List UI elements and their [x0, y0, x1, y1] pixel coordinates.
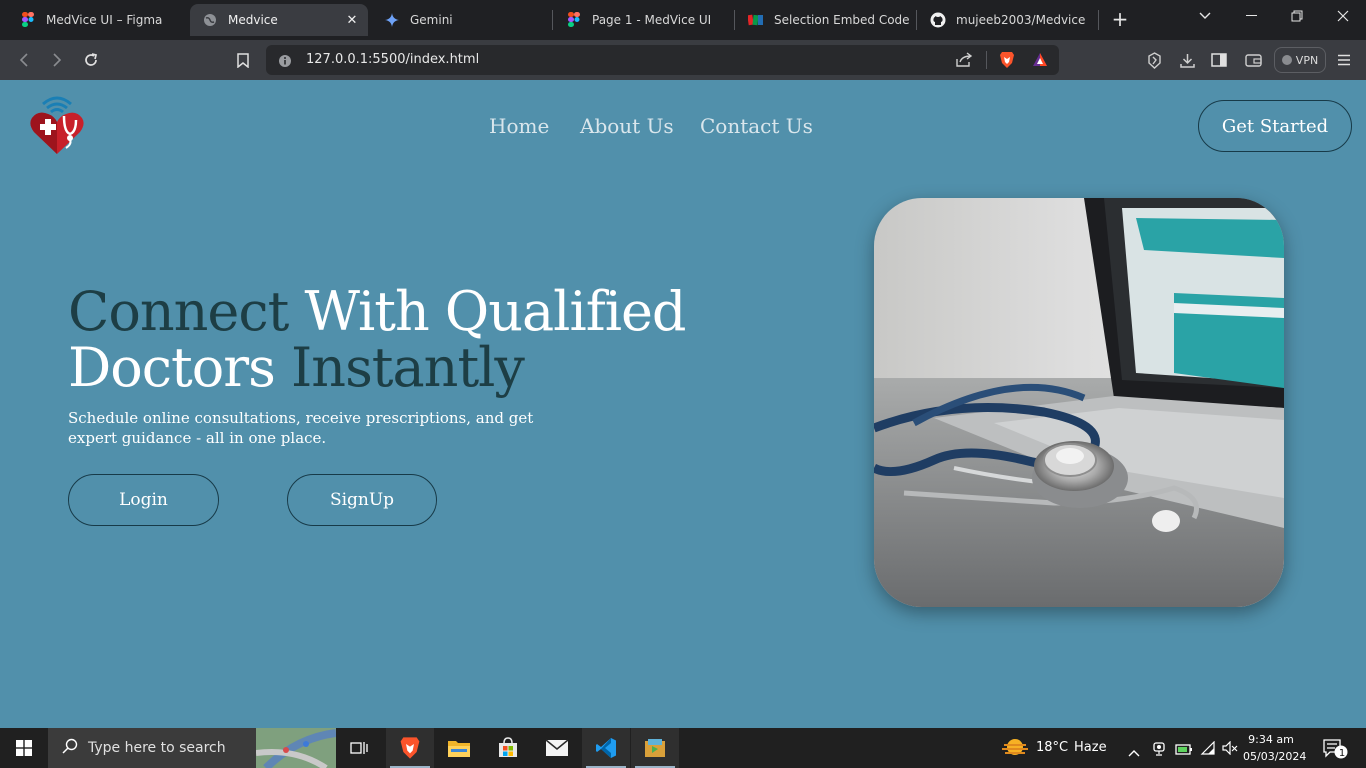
clock-date: 05/03/2024: [1243, 750, 1307, 763]
tab-title: Medvice: [228, 13, 278, 27]
close-tab-icon[interactable]: ✕: [342, 13, 362, 28]
vpn-status-icon: [1281, 55, 1292, 65]
sidebar-toggle-icon[interactable]: [1207, 48, 1231, 72]
tab-title: Page 1 - MedVice UI: [592, 13, 712, 27]
medvice-logo[interactable]: [28, 92, 86, 156]
stethoscope-laptop-image: [874, 198, 1284, 607]
medvice-page: Home About Us Contact Us Get Started Con…: [0, 80, 1366, 728]
tab-github-medvice[interactable]: mujeeb2003/Medvice: [918, 4, 1094, 36]
wifi-icon[interactable]: [1200, 740, 1216, 759]
tab-gemini[interactable]: Gemini: [372, 4, 548, 36]
headline-word: Instantly: [290, 336, 525, 399]
notification-count: 1: [1338, 748, 1346, 759]
close-window-button[interactable]: [1320, 0, 1366, 32]
tab-medvice[interactable]: Medvice ✕: [190, 4, 368, 36]
restore-button[interactable]: [1274, 0, 1320, 32]
tab-search-chevron-icon[interactable]: [1182, 0, 1228, 32]
hero-subtext: Schedule online consultations, receive p…: [68, 409, 534, 447]
figma-icon: [20, 12, 36, 28]
battery-icon[interactable]: [1175, 741, 1193, 760]
figma-icon: [566, 12, 582, 28]
bookmark-icon[interactable]: [231, 48, 255, 72]
headline-word: With Qualified: [304, 280, 686, 343]
address-bar[interactable]: 127.0.0.1:5500/index.html: [266, 45, 1059, 75]
vpn-button[interactable]: VPN: [1274, 47, 1326, 73]
system-clock[interactable]: 9:34 am 05/03/2024: [1243, 731, 1307, 765]
nav-home[interactable]: Home: [489, 114, 549, 138]
brave-browser-icon[interactable]: [386, 728, 434, 768]
tab-title: Gemini: [410, 13, 453, 27]
task-view-icon[interactable]: [336, 728, 384, 768]
vpn-label: VPN: [1295, 53, 1319, 67]
tab-divider: [1098, 10, 1099, 30]
github-icon: [930, 12, 946, 28]
reload-button[interactable]: [79, 48, 103, 72]
search-placeholder: Type here to search: [88, 740, 226, 756]
clock-time: 9:34 am: [1248, 733, 1294, 746]
app-folder-icon[interactable]: [631, 728, 679, 768]
forward-button[interactable]: [45, 48, 69, 72]
minimize-button[interactable]: [1228, 0, 1274, 32]
start-button[interactable]: [0, 728, 48, 768]
mail-icon[interactable]: [533, 728, 581, 768]
meet-now-icon[interactable]: [1152, 740, 1166, 760]
get-started-button[interactable]: Get Started: [1198, 100, 1352, 152]
brave-shields-icon[interactable]: [999, 51, 1015, 73]
show-hidden-icons-chevron-icon[interactable]: [1128, 742, 1140, 761]
windows-taskbar: Type here to search 18°C Haze 9:34 am 05…: [0, 728, 1366, 768]
search-icon: [62, 738, 78, 758]
tab-medvice-figma[interactable]: MedVice UI – Figma: [8, 4, 184, 36]
tab-divider: [916, 10, 917, 30]
headline-word: Connect: [68, 280, 289, 343]
brave-rewards-icon[interactable]: [1032, 52, 1048, 71]
microsoft-store-icon[interactable]: [484, 728, 532, 768]
tab-divider: [734, 10, 735, 30]
leo-ai-icon[interactable]: [1142, 48, 1166, 72]
zoho-icon: [748, 12, 764, 28]
tab-title: Selection Embed Code - G: [774, 13, 912, 27]
share-icon[interactable]: [956, 52, 973, 71]
globe-icon: [202, 12, 218, 28]
nav-contact[interactable]: Contact Us: [700, 114, 813, 138]
tab-divider: [552, 10, 553, 30]
omnibox-divider: [986, 51, 987, 69]
menu-icon[interactable]: [1332, 48, 1356, 72]
download-icon[interactable]: [1175, 48, 1199, 72]
hero-headline: Connect With Qualified Doctors Instantly: [68, 284, 687, 399]
url-text: 127.0.0.1:5500/index.html: [306, 52, 480, 67]
tab-selection-embed[interactable]: Selection Embed Code - G: [736, 4, 912, 36]
tab-title: mujeeb2003/Medvice: [956, 13, 1086, 27]
signup-button[interactable]: SignUp: [287, 474, 437, 526]
weather-haze-icon[interactable]: [1002, 737, 1028, 763]
browser-toolbar: 127.0.0.1:5500/index.html VPN: [0, 40, 1366, 80]
taskbar-search-box[interactable]: Type here to search: [48, 728, 256, 768]
nav-about[interactable]: About Us: [580, 114, 674, 138]
tab-title: MedVice UI – Figma: [46, 13, 163, 27]
headline-word: Doctors: [68, 336, 276, 399]
speaker-muted-icon[interactable]: [1222, 740, 1238, 759]
back-button[interactable]: [12, 48, 36, 72]
wallet-icon[interactable]: [1241, 48, 1265, 72]
file-explorer-icon[interactable]: [435, 728, 483, 768]
login-button[interactable]: Login: [68, 474, 219, 526]
gemini-icon: [384, 12, 400, 28]
weather-desc[interactable]: Haze: [1074, 740, 1107, 755]
weather-temp[interactable]: 18°C: [1036, 740, 1068, 755]
search-highlight-image[interactable]: [256, 728, 336, 768]
site-info-icon[interactable]: [278, 53, 292, 72]
vscode-icon[interactable]: [582, 728, 630, 768]
new-tab-button[interactable]: +: [1108, 8, 1132, 32]
browser-tab-strip: MedVice UI – Figma Medvice ✕ Gemini Page…: [0, 0, 1366, 40]
tab-page1-figma[interactable]: Page 1 - MedVice UI: [554, 4, 730, 36]
